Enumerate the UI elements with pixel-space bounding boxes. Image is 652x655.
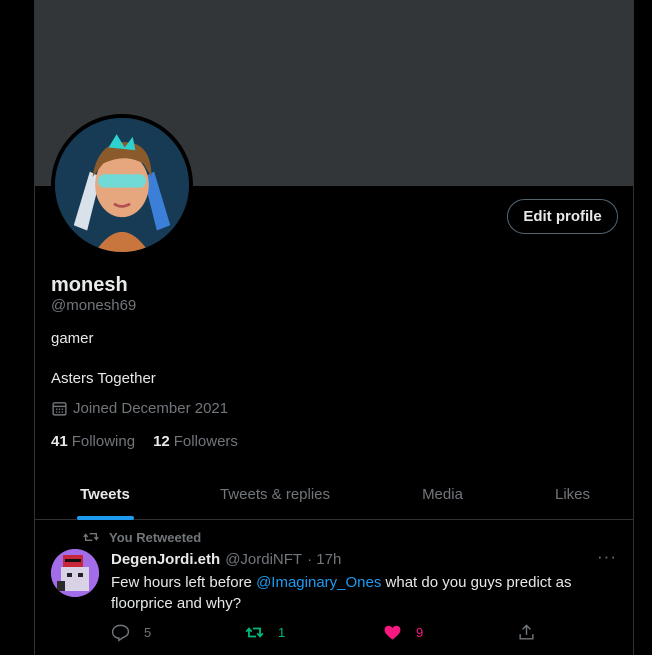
reply-button[interactable]: 5 bbox=[111, 623, 151, 642]
edit-profile-button[interactable]: Edit profile bbox=[507, 199, 618, 234]
following-link[interactable]: 41 Following bbox=[51, 433, 135, 450]
following-label: Following bbox=[71, 433, 136, 450]
heart-icon bbox=[384, 625, 401, 640]
active-tab-indicator bbox=[77, 516, 134, 520]
retweet-count: 1 bbox=[278, 625, 286, 640]
tweet-author-avatar[interactable] bbox=[51, 549, 99, 597]
profile-stats: 41 Following 12 Followers bbox=[51, 433, 238, 450]
tweet-text-before: Few hours left before bbox=[111, 574, 257, 591]
more-options-icon[interactable]: ··· bbox=[597, 547, 617, 567]
tweet-author-handle[interactable]: @JordiNFT bbox=[225, 551, 302, 568]
followers-link[interactable]: 12 Followers bbox=[153, 433, 238, 450]
followers-count: 12 bbox=[153, 433, 170, 450]
reply-icon bbox=[111, 624, 130, 642]
followers-label: Followers bbox=[173, 433, 238, 450]
tweet-item[interactable]: You Retweeted DegenJordi.eth @JordiNFT ·… bbox=[35, 521, 633, 655]
share-button[interactable] bbox=[517, 623, 536, 642]
share-icon bbox=[519, 624, 534, 640]
profile-joined: Joined December 2021 bbox=[51, 400, 228, 417]
profile-avatar[interactable] bbox=[51, 114, 193, 256]
profile-handle: @monesh69 bbox=[51, 297, 137, 314]
tab-tweets-replies[interactable]: Tweets & replies bbox=[175, 468, 375, 520]
tweet-mention-link[interactable]: @Imaginary_Ones bbox=[256, 574, 381, 591]
following-count: 41 bbox=[51, 433, 68, 450]
calendar-icon bbox=[52, 402, 67, 416]
reply-count: 5 bbox=[144, 625, 152, 640]
joined-text: Joined December 2021 bbox=[73, 400, 229, 417]
tweet-author-name[interactable]: DegenJordi.eth bbox=[111, 551, 220, 568]
tab-media[interactable]: Media bbox=[375, 468, 510, 520]
profile-bio: gamer bbox=[51, 330, 94, 347]
author-avatar-image bbox=[51, 549, 99, 597]
tweet-text: Few hours left before @Imaginary_Ones wh… bbox=[111, 572, 581, 614]
tweet-header: DegenJordi.eth @JordiNFT · 17h bbox=[111, 551, 341, 568]
tab-likes[interactable]: Likes bbox=[510, 468, 633, 520]
avatar-illustration bbox=[55, 118, 189, 252]
tweet-time[interactable]: · 17h bbox=[307, 551, 341, 568]
tweet-actions: 5 1 9 bbox=[111, 623, 551, 645]
retweet-context: You Retweeted bbox=[83, 529, 201, 545]
like-button[interactable]: 9 bbox=[383, 623, 423, 642]
retweet-button[interactable]: 1 bbox=[245, 623, 285, 642]
retweet-icon bbox=[83, 533, 99, 541]
retweet-action-icon bbox=[245, 627, 264, 638]
like-count: 9 bbox=[416, 625, 424, 640]
retweet-label: You Retweeted bbox=[109, 529, 202, 545]
profile-column: Edit profile monesh @monesh69 gamer Aste… bbox=[34, 0, 634, 655]
profile-display-name: monesh bbox=[51, 274, 128, 296]
tab-tweets[interactable]: Tweets bbox=[35, 468, 175, 520]
profile-tabs: Tweets Tweets & replies Media Likes bbox=[35, 468, 633, 520]
profile-location: Asters Together bbox=[51, 370, 156, 387]
